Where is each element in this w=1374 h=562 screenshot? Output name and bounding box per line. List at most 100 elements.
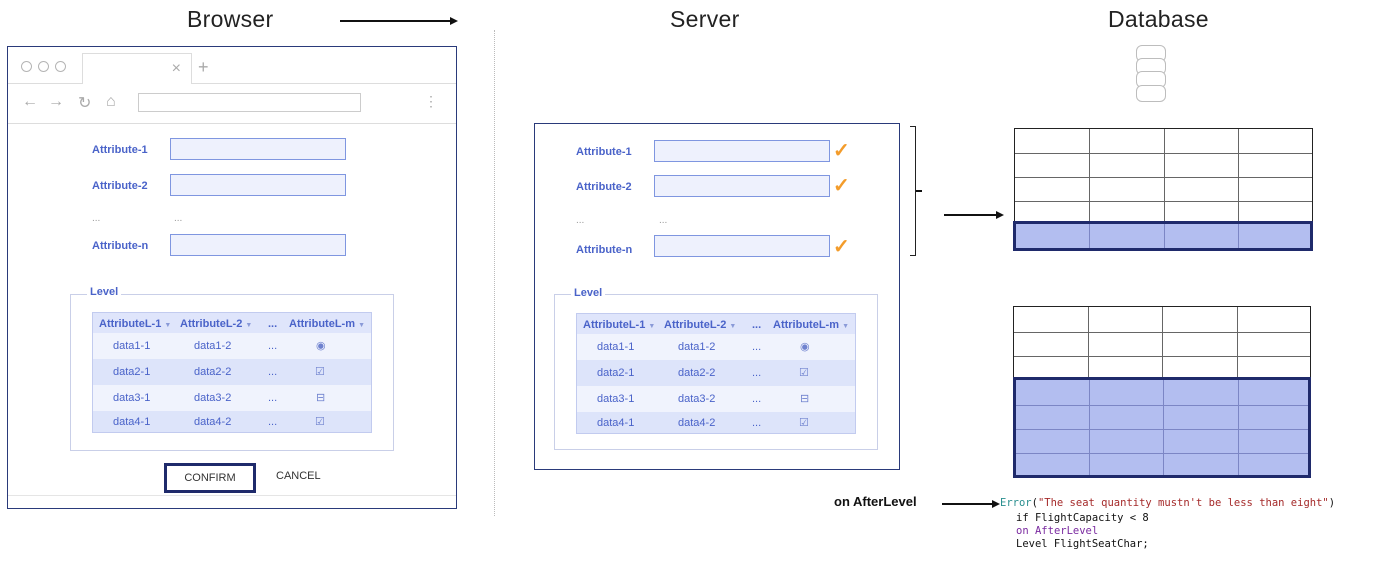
checkmark-icon: ✓ [833,175,850,197]
column-header: AttributeL-m ▼ [773,319,849,331]
server-to-db-arrow [944,214,996,216]
address-bar[interactable] [138,93,361,112]
tab-close-icon[interactable]: × [172,60,181,78]
grid-cell: data4-1 [113,416,151,428]
event-arrow [942,503,992,505]
grid-cell: data2-1 [597,367,635,379]
back-icon[interactable]: ← [22,93,38,111]
footer-divider [8,495,456,496]
grid-cell: data1-1 [113,340,151,352]
column-header[interactable]: AttributeL-m ▼ [289,318,365,330]
attribute-ellipsis-label: ... [576,215,585,226]
window-maximize-dot[interactable] [55,61,66,72]
attribute-n-label: Attribute-n [576,244,633,256]
attribute-n-input [654,235,830,257]
attribute-2-input[interactable] [170,174,346,196]
home-icon[interactable]: ⌂ [106,93,116,111]
column-header: AttributeL-2 ▼ [664,319,737,331]
checkbox-checked-icon[interactable]: ☑ [315,415,325,428]
server-to-db-arrowhead [996,211,1004,219]
attribute-2-input [654,175,830,197]
grid-cell: data1-2 [678,341,716,353]
level-grid: AttributeL-1 ▼ AttributeL-2 ▼ ... Attrib… [576,313,856,434]
level-legend: Level [571,287,606,299]
code-line-2: if FlightCapacity < 8 [1016,512,1149,524]
attribute-2-label: Attribute-2 [92,180,148,192]
server-panel: Attribute-1 ✓ Attribute-2 ✓ ... ... Attr… [534,123,900,470]
column-header[interactable]: ... [268,318,277,330]
cancel-button[interactable]: CANCEL [276,470,321,482]
grid-cell: ... [752,367,762,379]
grid-cell: ... [752,341,762,353]
attribute-n-label: Attribute-n [92,240,149,252]
column-header: ... [752,319,762,331]
new-tab-icon[interactable]: + [198,57,209,78]
grid-cell: ... [268,416,278,428]
event-arrowhead [992,500,1000,508]
section-separator [494,30,495,516]
database-icon [1136,45,1166,102]
code-line-4: Level FlightSeatChar; [1016,538,1149,550]
column-header[interactable]: AttributeL-1 ▼ [99,318,171,330]
grid-cell: data3-2 [678,393,716,405]
attribute-1-label: Attribute-1 [576,146,632,158]
level-legend: Level [87,286,122,298]
grid-cell: data2-1 [113,366,151,378]
minus-box-icon: ⊟ [800,393,810,405]
checkmark-icon: ✓ [833,236,850,258]
grid-cell: ... [752,393,762,405]
attribute-1-input[interactable] [170,138,346,160]
grid-cell: data1-2 [194,340,232,352]
checkbox-checked-icon[interactable]: ☑ [315,365,325,378]
attribute-1-label: Attribute-1 [92,144,148,156]
attribute-ellipsis-label: ... [92,213,101,224]
grid-cell: ... [268,392,278,404]
forward-icon[interactable]: → [48,93,64,111]
checkmark-icon: ✓ [833,140,850,162]
browser-to-server-arrowhead [450,17,458,25]
attribute-2-label: Attribute-2 [576,181,632,193]
radio-icon: ◉ [800,341,810,353]
code-line-3: on AfterLevel [1016,525,1099,537]
server-heading: Server [670,6,740,32]
attribute-ellipsis-field: ... [659,215,668,226]
minus-box-icon[interactable]: ⊟ [316,391,325,404]
browser-tab[interactable]: × [82,53,192,84]
grid-cell: ... [268,340,278,352]
level-rows-highlight [1013,377,1311,478]
tab-bar: × + [8,47,456,84]
attribute-1-input [654,140,830,162]
browser-window: × + ← → ↻ ⌂ ⋮ Attribute-1 Attribute-2 ..… [7,46,457,509]
radio-icon[interactable]: ◉ [316,339,326,352]
grid-cell: data3-1 [113,392,151,404]
window-minimize-dot[interactable] [38,61,49,72]
grid-cell: data3-2 [194,392,232,404]
reload-icon[interactable]: ↻ [78,93,91,113]
grid-cell: data4-2 [678,417,716,429]
level-grid: AttributeL-1 ▼ AttributeL-2 ▼ ... Attrib… [92,312,372,433]
grid-cell: ... [268,366,278,378]
column-header: AttributeL-1 ▼ [583,319,656,331]
browser-to-server-arrow [340,20,450,22]
grid-cell: data2-2 [678,367,716,379]
window-close-dot[interactable] [21,61,32,72]
checkbox-checked-icon: ☑ [799,367,809,379]
grid-cell: data4-2 [194,416,232,428]
header-row-highlight [1013,221,1313,251]
attribute-ellipsis-field: ... [174,213,183,224]
grid-cell: data1-1 [597,341,635,353]
bracket-tick [916,190,922,192]
grid-cell: data4-1 [597,417,635,429]
navigation-bar: ← → ↻ ⌂ ⋮ [8,83,456,124]
database-heading: Database [1108,6,1209,32]
menu-icon[interactable]: ⋮ [424,93,438,110]
grid-cell: ... [752,417,762,429]
attribute-n-input[interactable] [170,234,346,256]
column-header[interactable]: AttributeL-2 ▼ [180,318,252,330]
grid-cell: data3-1 [597,393,635,405]
checkbox-checked-icon: ☑ [799,417,809,429]
event-label: on AfterLevel [834,494,917,509]
browser-heading: Browser [187,6,274,32]
code-line-1: Error("The seat quantity mustn't be less… [1000,497,1336,509]
confirm-button[interactable]: CONFIRM [164,463,256,493]
